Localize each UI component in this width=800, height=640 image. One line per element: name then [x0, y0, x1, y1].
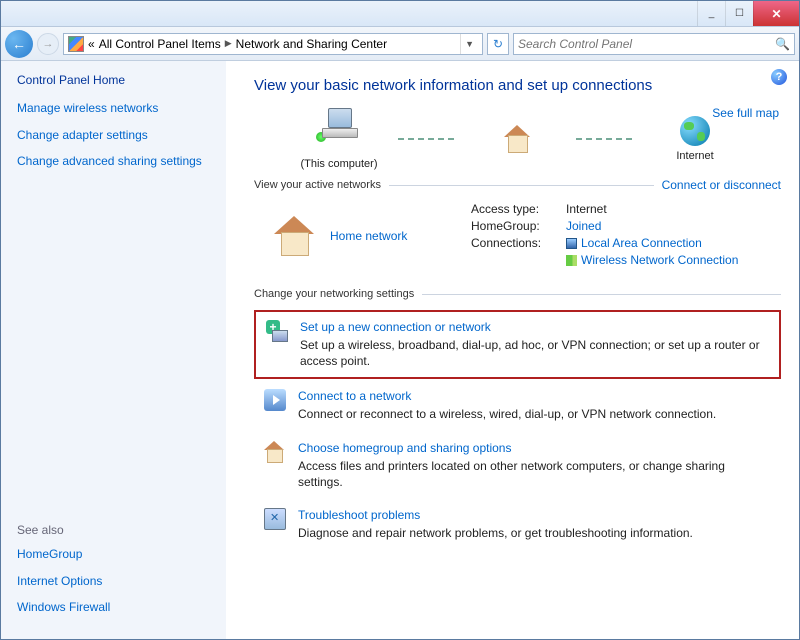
- item-desc: Connect or reconnect to a wireless, wire…: [298, 406, 716, 422]
- nav-forward-button[interactable]: →: [37, 33, 59, 55]
- item-desc: Access files and printers located on oth…: [298, 458, 771, 490]
- diagram-node-this-pc[interactable]: (This computer): [284, 108, 394, 170]
- house-icon: [502, 125, 532, 153]
- item-title[interactable]: Set up a new connection or network: [300, 320, 769, 334]
- connect-disconnect-link[interactable]: Connect or disconnect: [662, 178, 781, 192]
- see-also-header: See also: [17, 523, 210, 537]
- nav-back-button[interactable]: ←: [5, 30, 33, 58]
- ethernet-icon: [566, 238, 577, 249]
- breadcrumb-item[interactable]: Network and Sharing Center: [236, 37, 387, 51]
- sidebar-link[interactable]: Change adapter settings: [17, 128, 210, 144]
- node-label: (This computer): [300, 158, 377, 170]
- info-key: HomeGroup:: [471, 219, 566, 233]
- node-label: Internet: [676, 150, 713, 162]
- control-panel-icon: [68, 36, 84, 52]
- homegroup-icon: [264, 441, 286, 463]
- address-bar[interactable]: « All Control Panel Items ▶ Network and …: [63, 33, 483, 55]
- sidebar-title[interactable]: Control Panel Home: [17, 73, 210, 87]
- window: _ ☐ ✕ ← → « All Control Panel Items ▶ Ne…: [0, 0, 800, 640]
- info-value: Internet: [566, 202, 607, 216]
- connect-icon: [264, 389, 286, 411]
- minimize-button[interactable]: _: [697, 1, 725, 26]
- see-also-link[interactable]: Windows Firewall: [17, 600, 210, 616]
- search-icon[interactable]: 🔍: [775, 37, 790, 51]
- active-networks-header: View your active networks Connect or dis…: [254, 178, 781, 192]
- item-desc: Set up a wireless, broadband, dial-up, a…: [300, 337, 769, 369]
- computer-icon: [322, 108, 356, 138]
- connection-link[interactable]: Wireless Network Connection: [581, 253, 738, 267]
- add-connection-icon: [266, 320, 288, 342]
- homegroup-link[interactable]: Joined: [566, 219, 601, 233]
- homegroup-sharing-item[interactable]: Choose homegroup and sharing options Acc…: [254, 433, 781, 498]
- section-title: Change your networking settings: [254, 288, 414, 300]
- setup-new-connection-item[interactable]: Set up a new connection or network Set u…: [254, 310, 781, 379]
- house-icon: [272, 216, 316, 256]
- page-heading: View your basic network information and …: [254, 77, 781, 94]
- sidebar-link[interactable]: Manage wireless networks: [17, 101, 210, 117]
- sidebar-link[interactable]: Change advanced sharing settings: [17, 154, 210, 170]
- item-title[interactable]: Choose homegroup and sharing options: [298, 441, 771, 455]
- refresh-button[interactable]: ↻: [487, 33, 509, 55]
- info-key: Connections:: [471, 236, 566, 250]
- main-panel: ? View your basic network information an…: [226, 61, 799, 639]
- search-bar[interactable]: 🔍: [513, 33, 795, 55]
- diagram-node-gateway[interactable]: [462, 125, 572, 153]
- search-input[interactable]: [518, 37, 775, 51]
- maximize-button[interactable]: ☐: [725, 1, 753, 26]
- troubleshoot-item[interactable]: Troubleshoot problems Diagnose and repai…: [254, 500, 781, 549]
- titlebar: _ ☐ ✕: [1, 1, 799, 27]
- globe-icon: [680, 116, 710, 146]
- change-settings-header: Change your networking settings: [254, 288, 781, 300]
- diagram-node-internet[interactable]: Internet: [640, 116, 750, 162]
- home-network-item[interactable]: Home network: [272, 202, 407, 270]
- section-title: View your active networks: [254, 179, 381, 191]
- chevron-right-icon[interactable]: ▶: [225, 38, 232, 49]
- see-also-link[interactable]: Internet Options: [17, 574, 210, 590]
- item-title[interactable]: Troubleshoot problems: [298, 508, 693, 522]
- help-icon[interactable]: ?: [771, 69, 787, 85]
- sidebar: Control Panel Home Manage wireless netwo…: [1, 61, 226, 639]
- body: Control Panel Home Manage wireless netwo…: [1, 61, 799, 639]
- breadcrumb-prefix: «: [88, 37, 95, 51]
- item-desc: Diagnose and repair network problems, or…: [298, 525, 693, 541]
- connection-link[interactable]: Local Area Connection: [581, 236, 702, 250]
- home-network-link[interactable]: Home network: [330, 229, 407, 243]
- diagram-connector: [576, 138, 636, 140]
- network-info: Access type:Internet HomeGroup:Joined Co…: [471, 202, 781, 270]
- wifi-icon: [566, 255, 577, 266]
- address-dropdown-icon[interactable]: ▼: [460, 34, 478, 54]
- connect-to-network-item[interactable]: Connect to a network Connect or reconnec…: [254, 381, 781, 430]
- info-key: Access type:: [471, 202, 566, 216]
- network-diagram: (This computer) Internet: [284, 108, 781, 170]
- close-button[interactable]: ✕: [753, 1, 799, 26]
- see-also-link[interactable]: HomeGroup: [17, 547, 210, 563]
- item-title[interactable]: Connect to a network: [298, 389, 716, 403]
- troubleshoot-icon: [264, 508, 286, 530]
- navbar: ← → « All Control Panel Items ▶ Network …: [1, 27, 799, 61]
- diagram-connector: [398, 138, 458, 140]
- see-full-map-link[interactable]: See full map: [712, 106, 779, 120]
- breadcrumb-item[interactable]: All Control Panel Items: [99, 37, 221, 51]
- active-network-block: Home network Access type:Internet HomeGr…: [272, 202, 781, 270]
